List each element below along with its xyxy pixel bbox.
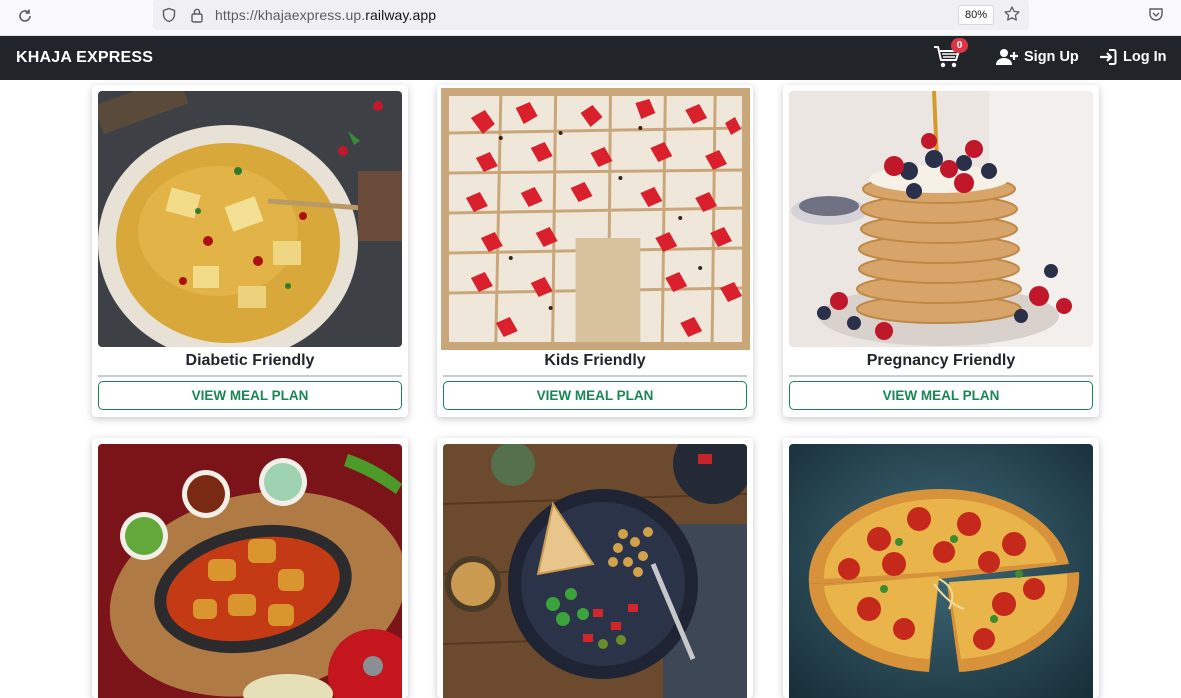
cart-button[interactable]: 0 (933, 38, 968, 72)
pepperoni-pizza-image (789, 444, 1093, 698)
cart-count-badge: 0 (951, 38, 968, 53)
view-meal-plan-button[interactable]: VIEW MEAL PLAN (443, 381, 747, 410)
meal-plan-card-kids: Kids Friendly VIEW MEAL PLAN (437, 85, 753, 417)
meal-plan-card-6 (783, 438, 1099, 698)
card-divider (789, 375, 1093, 377)
signup-link[interactable]: Sign Up (996, 48, 1079, 66)
login-link[interactable]: Log In (1099, 48, 1167, 66)
pocket-icon[interactable] (1148, 6, 1164, 27)
meal-plan-card-diabetic: Diabetic Friendly VIEW MEAL PLAN (92, 85, 408, 417)
chicken-curry-image (98, 444, 402, 698)
view-meal-plan-button[interactable]: VIEW MEAL PLAN (98, 381, 402, 410)
address-bar[interactable]: https://khajaexpress.up.railway.app 80% (153, 0, 1029, 30)
site-navbar: KHAJA EXPRESS 0 Sign Up Log In (0, 36, 1181, 80)
signup-label: Sign Up (1024, 49, 1079, 65)
lock-icon[interactable] (190, 7, 204, 28)
view-meal-plan-button[interactable]: VIEW MEAL PLAN (789, 381, 1093, 410)
berry-pancake-stack-image (789, 91, 1093, 347)
meal-plan-title: Diabetic Friendly (185, 352, 315, 369)
bookmark-star-icon[interactable] (1003, 5, 1021, 28)
meal-plan-title: Kids Friendly (544, 352, 646, 369)
brand-logo-text[interactable]: KHAJA EXPRESS (16, 49, 153, 67)
meal-plan-card-pregnancy: Pregnancy Friendly VIEW MEAL PLAN (783, 85, 1099, 417)
card-divider (443, 375, 747, 377)
reload-icon[interactable] (14, 5, 36, 27)
login-label: Log In (1123, 49, 1167, 65)
strawberry-yogurt-bark-image (441, 88, 750, 350)
url-text[interactable]: https://khajaexpress.up.railway.app (215, 7, 436, 23)
meal-plan-title: Pregnancy Friendly (866, 352, 1016, 369)
zoom-level-badge[interactable]: 80% (958, 5, 995, 25)
chickpea-salad-bowl-image (443, 444, 747, 698)
paneer-biryani-image (98, 91, 402, 347)
login-icon (1100, 49, 1117, 65)
meal-plan-card-4 (92, 438, 408, 698)
meal-plan-card-5 (437, 438, 753, 698)
shield-icon[interactable] (161, 7, 177, 28)
browser-toolbar: https://khajaexpress.up.railway.app 80% (0, 0, 1181, 36)
card-divider (98, 375, 402, 377)
user-plus-icon (996, 49, 1018, 65)
